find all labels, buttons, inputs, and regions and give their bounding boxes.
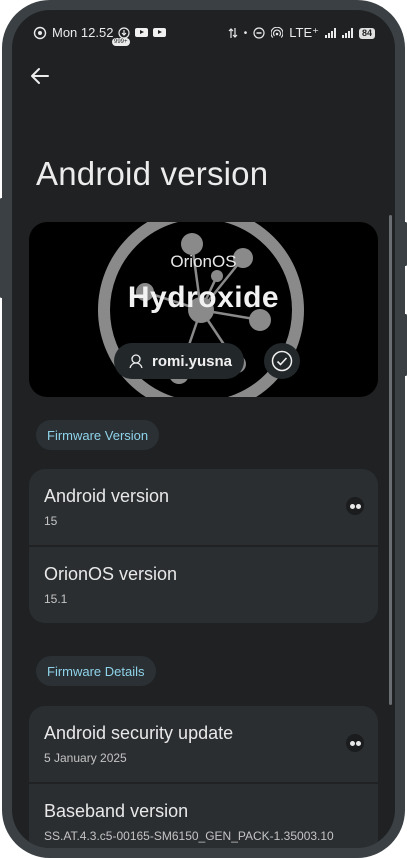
section-chip-firmware-version: Firmware Version [36,420,160,450]
item-value: 15.1 [44,592,68,606]
youtube-icon [153,28,167,37]
list-item-android-version[interactable]: Android version 15 [29,469,378,547]
data-transfer-icon [228,28,238,38]
clock: Mon 12.52 [52,25,114,40]
item-title: Android version [44,486,170,506]
verified-button[interactable] [264,343,300,379]
item-value: SS.AT.4.3.c5-00165-SM6150_GEN_PACK-1.350… [44,829,334,843]
signal-strength-icon [341,28,353,38]
maintainer-pill[interactable]: romi.yusna [114,343,245,379]
easter-egg-eyes-icon[interactable] [346,497,364,515]
dnd-icon [253,27,265,39]
hotspot-icon [271,27,284,38]
item-title: OrionOS version [44,564,178,584]
section-chip-firmware-details: Firmware Details [36,656,156,686]
arrow-back-icon[interactable] [28,64,52,88]
network-type: LTE⁺ [289,25,319,40]
user-avatar-icon [129,354,143,369]
notification-count-badge: 999+ [112,38,130,46]
list-item-orionos-version[interactable]: OrionOS version 15.1 [29,547,378,623]
youtube-icon [135,28,149,37]
battery-level: 84 [358,27,375,39]
os-edition: Hydroxide [127,281,280,314]
firmware-details-card: Android security update 5 January 2025 B… [29,706,378,848]
easter-egg-eyes-icon[interactable] [346,734,364,752]
os-banner: OrionOS Hydroxide romi.yusna [29,222,378,397]
item-title: Baseband version [44,801,189,821]
item-value: 15 [44,514,58,528]
status-bar: Mon 12.52 999+ • LTE⁺ 84 [12,10,395,54]
download-icon [118,26,131,39]
list-item-security-update[interactable]: Android security update 5 January 2025 [29,706,378,784]
firmware-version-card: Android version 15 OrionOS version 15.1 [29,469,378,623]
item-value: 5 January 2025 [44,751,127,765]
signal-strength-icon [324,28,336,38]
page-title: Android version [36,155,269,192]
settings-gear-icon [33,26,47,39]
screen: Mon 12.52 999+ • LTE⁺ 84 Android version… [12,10,395,848]
check-circle-icon [271,350,293,372]
os-name: OrionOS [170,252,237,271]
scrollbar[interactable] [389,215,392,705]
side-button-left [0,198,3,298]
list-item-baseband-version[interactable]: Baseband version SS.AT.4.3.c5-00165-SM61… [29,784,378,848]
dot-icon: • [243,27,248,39]
item-title: Android security update [44,723,234,743]
maintainer-username: romi.yusna [152,352,233,370]
